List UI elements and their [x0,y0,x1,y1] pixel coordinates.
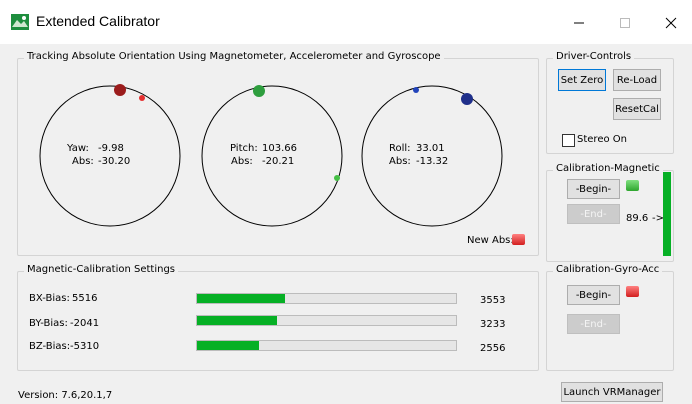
reload-button[interactable]: Re-Load [613,69,661,91]
roll-marker [461,93,473,105]
mag-end-button[interactable]: -End- [567,204,620,224]
pitch-label: Pitch: [230,143,258,154]
stereo-label: Stereo On [577,134,627,145]
mag-level-bar [663,172,671,256]
bz-bias-value: -5310 [70,341,100,352]
yaw-abs-label: Abs: [72,156,94,167]
mag-begin-button[interactable]: -Begin- [567,179,620,199]
progress-fill [197,316,278,325]
reset-cal-button[interactable]: ResetCal [613,98,661,120]
pitch-abs-label: Abs: [231,156,253,167]
driver-controls-label: Driver-Controls [553,51,635,62]
gyro-status-led [626,286,639,297]
progress-fill [197,341,260,350]
by-bias-label: BY-Bias: [29,318,68,329]
yaw-value: -9.98 [98,143,124,154]
by-bias-value: -2041 [70,318,100,329]
calibration-magnetic-label: Calibration-Magnetic [553,163,663,174]
gyro-begin-button[interactable]: -Begin- [567,285,620,305]
by-bias-target: 3233 [480,319,506,330]
pitch-abs-value: -20.21 [262,156,295,167]
bx-bias-value: 5516 [72,293,98,304]
yaw-abs-marker [139,95,145,101]
calibration-gyro-label: Calibration-Gyro-Acc [553,264,663,275]
stereo-checkbox[interactable] [562,134,575,147]
bx-bias-label: BX-Bias: [29,293,70,304]
bz-bias-label: BZ-Bias: [29,341,71,352]
roll-label: Roll: [389,143,411,154]
by-bias-bar [196,315,457,326]
gyro-end-button[interactable]: -End- [567,314,620,334]
mag-settings-label: Magnetic-Calibration Settings [24,264,179,275]
bz-bias-bar [196,340,457,351]
bx-bias-bar [196,293,457,304]
yaw-marker [114,84,126,96]
version-text: Version: 7.6,20.1,7 [18,390,113,401]
progress-fill [197,294,286,303]
set-zero-button[interactable]: Set Zero [558,69,606,91]
pitch-marker [253,85,265,97]
bx-bias-target: 3553 [480,295,506,306]
roll-abs-value: -13.32 [416,156,449,167]
yaw-abs-value: -30.20 [98,156,131,167]
roll-abs-marker [413,87,419,93]
roll-value: 33.01 [416,143,445,154]
mag-status-led [626,180,639,191]
roll-abs-label: Abs: [389,156,411,167]
pitch-value: 103.66 [262,143,297,154]
new-abs-label: New Abs: [467,235,514,246]
bz-bias-target: 2556 [480,343,506,354]
mag-value: 89.6 [626,213,649,224]
new-abs-led [512,234,525,245]
pitch-abs-marker [334,175,340,181]
yaw-label: Yaw: [67,143,89,154]
launch-vrmanager-button[interactable]: Launch VRManager [561,382,663,402]
